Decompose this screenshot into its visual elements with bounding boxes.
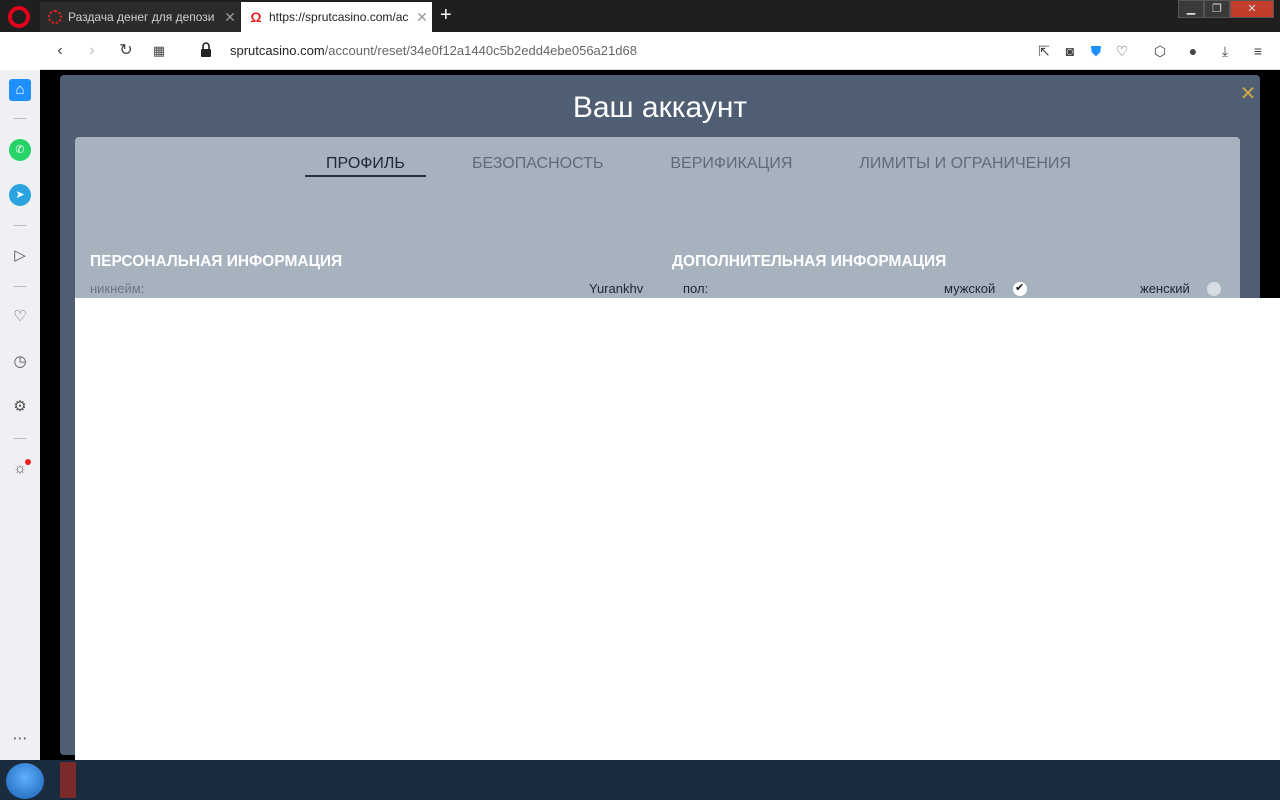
tab-security[interactable]: БЕЗОПАСНОСТЬ: [472, 155, 624, 177]
window-controls: ▁ ❐ ✕: [1178, 0, 1274, 18]
url-domain: sprutcasino.com: [230, 43, 325, 58]
reload-icon[interactable]: ↻: [116, 41, 136, 61]
back-icon[interactable]: ‹: [50, 41, 70, 61]
camera-icon[interactable]: ◙: [1060, 41, 1080, 61]
tab-favicon-icon: Ω: [250, 9, 262, 25]
speed-dial-icon[interactable]: ▦: [149, 41, 169, 61]
personal-info-title: ПЕРСОНАЛЬНАЯ ИНФОРМАЦИЯ: [90, 253, 343, 270]
more-icon[interactable]: ⋯: [9, 728, 31, 750]
opera-sidebar: ⌂ ✆ ➤ ▷ ♡ ◷ ⚙ ☼ ⋯: [0, 70, 40, 760]
url-path: /account/reset/34e0f12a1440c5b2edd4ebe05…: [324, 43, 637, 58]
sidebar-divider: [14, 118, 26, 119]
tab-title: https://sprutcasino.com/ac: [269, 10, 409, 24]
menu-icon[interactable]: ≡: [1248, 41, 1268, 61]
maximize-icon[interactable]: ❐: [1204, 0, 1230, 18]
modal-title: Ваш аккаунт: [572, 91, 748, 124]
close-window-icon[interactable]: ✕: [1230, 0, 1274, 18]
new-tab-icon[interactable]: +: [440, 4, 452, 26]
player-icon[interactable]: ▷: [9, 245, 31, 267]
bookmarks-icon[interactable]: ♡: [9, 306, 31, 328]
tab-deposit[interactable]: Раздача денег для депози ✕: [40, 2, 240, 32]
taskbar: [0, 760, 1280, 800]
start-button[interactable]: [6, 763, 44, 799]
whatsapp-icon[interactable]: ✆: [9, 139, 31, 161]
opera-logo-icon[interactable]: [8, 6, 30, 28]
cube-icon[interactable]: ⬡: [1150, 41, 1170, 61]
sidebar-divider: [14, 438, 26, 439]
home-icon[interactable]: ⌂: [9, 79, 31, 101]
gender-male-label: мужской: [944, 281, 996, 296]
tab-favicon-icon: [48, 10, 62, 24]
gender-female-label: женский: [1140, 281, 1190, 296]
blank-overlay: [75, 298, 1280, 800]
heart-icon[interactable]: ♡: [1112, 41, 1132, 61]
tab-sprutcasino[interactable]: Ω https://sprutcasino.com/ac ✕: [241, 2, 432, 32]
sidebar-divider: [14, 225, 26, 226]
taskbar-app-icon[interactable]: [60, 762, 76, 798]
settings-icon[interactable]: ⚙: [9, 396, 31, 418]
gender-male-radio[interactable]: [1013, 281, 1027, 296]
share-icon[interactable]: ⇱: [1034, 41, 1054, 61]
gender-female-radio[interactable]: [1207, 282, 1221, 296]
lock-icon: [201, 42, 211, 57]
telegram-icon[interactable]: ➤: [9, 184, 31, 206]
history-icon[interactable]: ◷: [9, 351, 31, 373]
gender-label: пол:: [683, 281, 709, 296]
account-tabs: ПРОФИЛЬ БЕЗОПАСНОСТЬ ВЕРИФИКАЦИЯ ЛИМИТЫ …: [305, 155, 1138, 177]
address-bar: ‹ › ↻ ▦ sprutcasino.com/account/reset/34…: [40, 32, 1280, 70]
close-tab-icon[interactable]: ✕: [220, 9, 240, 26]
close-icon[interactable]: ✕: [1236, 81, 1260, 106]
nickname-value: Yurankhv: [589, 281, 644, 296]
download-icon[interactable]: ⤓: [1215, 41, 1235, 61]
minimize-icon[interactable]: ▁: [1178, 0, 1204, 18]
title-bar: Раздача денег для депози ✕ Ω https://spr…: [0, 0, 1280, 32]
avatar-icon[interactable]: ●: [1183, 41, 1203, 61]
tab-verification[interactable]: ВЕРИФИКАЦИЯ: [670, 155, 813, 177]
additional-info-title: ДОПОЛНИТЕЛЬНАЯ ИНФОРМАЦИЯ: [672, 253, 947, 270]
notification-dot: [25, 459, 31, 465]
sidebar-divider: [14, 286, 26, 287]
nickname-label: никнейм:: [90, 281, 145, 296]
url-field[interactable]: sprutcasino.com/account/reset/34e0f12a14…: [230, 43, 637, 58]
tab-title: Раздача денег для депози: [68, 10, 215, 24]
close-tab-icon[interactable]: ✕: [412, 9, 432, 26]
tab-limits[interactable]: ЛИМИТЫ И ОГРАНИЧЕНИЯ: [859, 155, 1092, 177]
shield-icon[interactable]: ⛊: [1086, 41, 1106, 61]
tab-profile[interactable]: ПРОФИЛЬ: [305, 155, 426, 177]
forward-icon[interactable]: ›: [82, 41, 102, 61]
